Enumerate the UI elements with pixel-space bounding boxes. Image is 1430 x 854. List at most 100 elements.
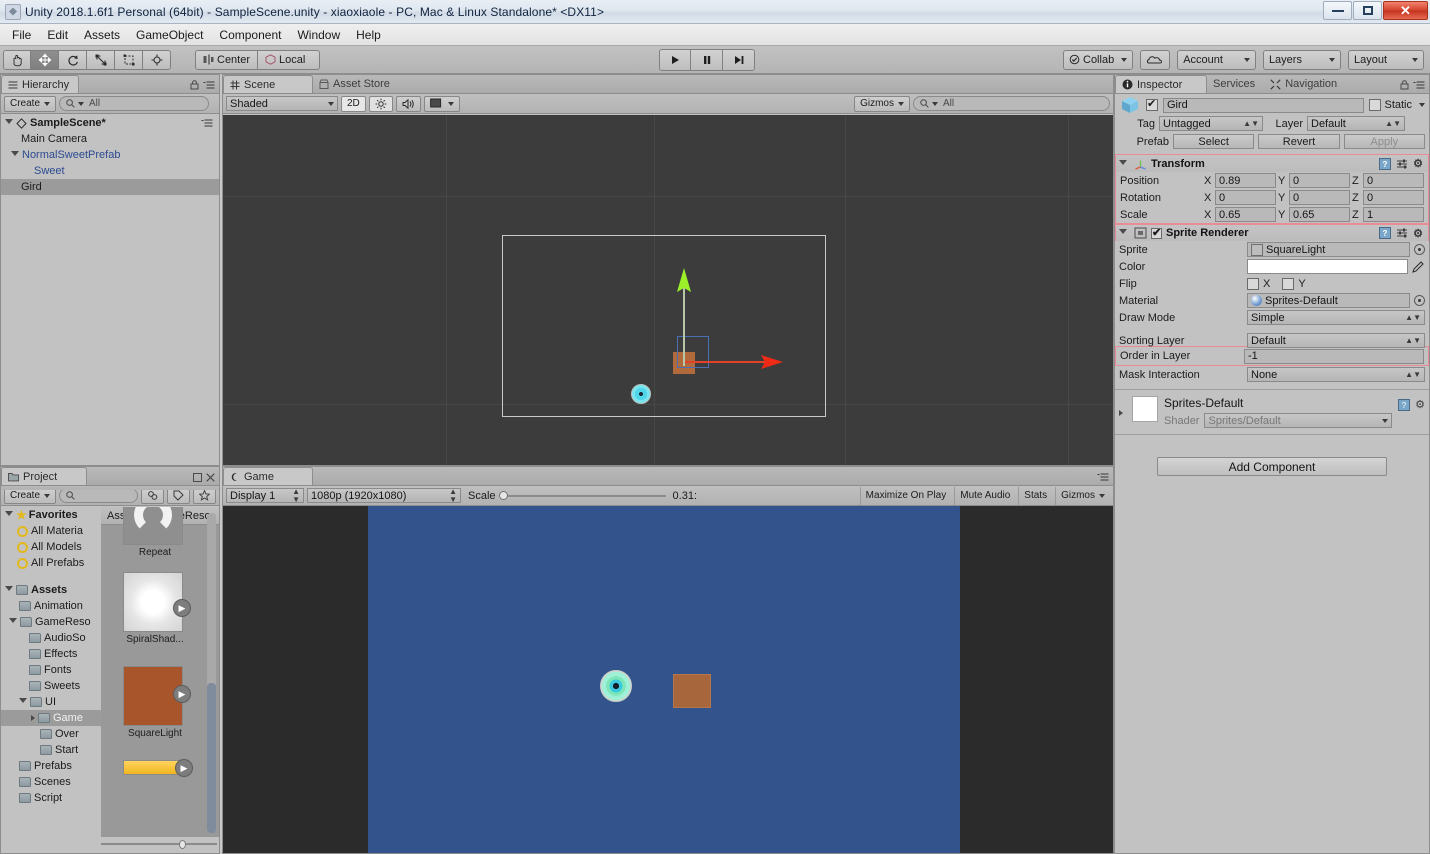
cloud-button[interactable] xyxy=(1140,49,1171,70)
menu-file[interactable]: File xyxy=(4,26,39,44)
project-tree-item-scenes[interactable]: Scenes xyxy=(1,774,101,790)
project-tree-item-audiosource[interactable]: AudioSo xyxy=(1,630,101,646)
scene-viewport[interactable] xyxy=(223,115,1113,465)
project-tree-item-gameresources[interactable]: GameReso xyxy=(1,614,101,630)
tab-navigation[interactable]: Navigation xyxy=(1264,75,1346,93)
close-icon[interactable] xyxy=(206,473,215,482)
collab-button[interactable]: Collab xyxy=(1063,49,1134,70)
scene-audio-toggle[interactable] xyxy=(395,95,421,112)
step-button[interactable] xyxy=(723,48,755,71)
material-picker-icon[interactable] xyxy=(1414,295,1425,306)
sweet-sprite[interactable] xyxy=(631,384,651,404)
maximize-panel-icon[interactable] xyxy=(193,473,202,482)
scene-lighting-toggle[interactable] xyxy=(368,95,393,112)
project-scrollbar[interactable] xyxy=(207,513,216,833)
project-tree-item-ui[interactable]: UI xyxy=(1,694,101,710)
prefab-select-button[interactable]: Select xyxy=(1173,134,1255,149)
project-tree-item-prefabs[interactable]: Prefabs xyxy=(1,758,101,774)
menu-window[interactable]: Window xyxy=(289,26,348,44)
eyedropper-icon[interactable] xyxy=(1412,260,1425,273)
chevron-down-icon[interactable] xyxy=(11,151,19,159)
close-button[interactable]: ✕ xyxy=(1383,1,1428,20)
game-viewport[interactable] xyxy=(223,506,1113,853)
menu-edit[interactable]: Edit xyxy=(39,26,76,44)
layers-button[interactable]: Layers xyxy=(1262,49,1341,70)
scene-2d-toggle[interactable]: 2D xyxy=(341,95,366,112)
asset-spiralshader[interactable]: ▶ SpiralShad... xyxy=(123,572,191,645)
panel-menu-icon[interactable] xyxy=(1097,472,1109,482)
move-tool-button[interactable] xyxy=(31,49,59,70)
help-icon[interactable]: ? xyxy=(1379,157,1392,170)
rotate-tool-button[interactable] xyxy=(59,49,87,70)
hierarchy-search-input[interactable]: All xyxy=(59,96,210,111)
sprite-object-field[interactable]: SquareLight xyxy=(1247,242,1410,257)
handle-mode-button[interactable]: Local xyxy=(258,49,321,70)
scale-tool-button[interactable] xyxy=(87,49,115,70)
sprite-renderer-enabled-checkbox[interactable] xyxy=(1151,226,1162,239)
display-dropdown[interactable]: Display 1 ▲ ▼ xyxy=(226,487,304,503)
project-zoom-slider[interactable] xyxy=(101,837,217,851)
asset-repeat[interactable]: Repeat xyxy=(123,507,187,558)
sprite-picker-icon[interactable] xyxy=(1414,244,1425,255)
chevron-down-icon[interactable] xyxy=(1419,103,1425,107)
object-name-field[interactable]: Gird xyxy=(1163,97,1365,113)
tab-hierarchy[interactable]: Hierarchy xyxy=(1,75,80,93)
gizmo-x-arrow[interactable] xyxy=(759,353,783,371)
tab-game[interactable]: Game xyxy=(223,467,313,485)
project-tree-item-script[interactable]: Script xyxy=(1,790,101,806)
sprite-renderer-header[interactable]: Sprite Renderer ? ⚙ xyxy=(1115,224,1429,241)
mute-audio-button[interactable]: Mute Audio xyxy=(954,486,1015,505)
position-y-field[interactable]: 0 xyxy=(1289,173,1350,188)
project-tree-item-sweets[interactable]: Sweets xyxy=(1,678,101,694)
tag-dropdown[interactable]: Untagged ▲▼ xyxy=(1159,116,1263,131)
project-tree-item-favorites[interactable]: ★ Favorites xyxy=(1,507,101,523)
project-scrollbar-thumb[interactable] xyxy=(207,683,216,833)
stats-button[interactable]: Stats xyxy=(1018,486,1052,505)
asset-squarelight[interactable]: ▶ SquareLight xyxy=(123,666,191,739)
project-tree-item-all-models[interactable]: All Models xyxy=(1,539,101,555)
tab-project[interactable]: Project xyxy=(1,467,87,485)
layer-dropdown[interactable]: Default ▲▼ xyxy=(1307,116,1405,131)
hierarchy-create-button[interactable]: Create xyxy=(4,95,57,112)
scale-y-field[interactable]: 0.65 xyxy=(1289,207,1350,222)
flip-x-checkbox[interactable] xyxy=(1247,277,1259,290)
tab-scene[interactable]: Scene xyxy=(223,75,313,93)
gizmo-y-arrow[interactable] xyxy=(675,268,693,294)
gear-icon[interactable]: ⚙ xyxy=(1413,157,1423,170)
project-tree-item-over[interactable]: Over xyxy=(1,726,101,742)
tab-asset-store[interactable]: Asset Store xyxy=(313,75,399,93)
position-x-field[interactable]: 0.89 xyxy=(1215,173,1276,188)
hierarchy-item-main-camera[interactable]: Main Camera xyxy=(1,131,219,147)
gizmo-x-axis[interactable] xyxy=(685,361,767,363)
project-tree-item-assets[interactable]: Assets xyxy=(1,582,101,598)
mask-interaction-dropdown[interactable]: None ▲▼ xyxy=(1247,367,1425,382)
static-checkbox[interactable] xyxy=(1369,99,1382,111)
tab-services[interactable]: Services xyxy=(1207,75,1264,93)
help-icon[interactable]: ? xyxy=(1398,398,1411,411)
project-tree-item-game[interactable]: Game xyxy=(1,710,101,726)
menu-component[interactable]: Component xyxy=(211,26,289,44)
project-zoom-knob[interactable] xyxy=(178,839,186,849)
project-search-input[interactable] xyxy=(59,488,138,503)
position-z-field[interactable]: 0 xyxy=(1363,173,1424,188)
gear-icon[interactable]: ⚙ xyxy=(1415,398,1425,411)
transform-tool-button[interactable] xyxy=(143,49,171,70)
hand-tool-button[interactable] xyxy=(3,49,31,70)
material-object-field[interactable]: Sprites-Default xyxy=(1247,293,1410,308)
chevron-down-icon[interactable] xyxy=(1119,159,1127,168)
menu-assets[interactable]: Assets xyxy=(76,26,128,44)
gear-icon[interactable]: ⚙ xyxy=(1413,227,1423,240)
project-tree-item-fonts[interactable]: Fonts xyxy=(1,662,101,678)
chevron-down-icon[interactable] xyxy=(9,618,17,626)
chevron-right-icon[interactable] xyxy=(31,715,35,721)
lock-icon[interactable] xyxy=(1400,80,1409,90)
add-component-button[interactable]: Add Component xyxy=(1157,457,1387,476)
resolution-dropdown[interactable]: 1080p (1920x1080) ▲ ▼ xyxy=(307,487,461,503)
help-icon[interactable]: ? xyxy=(1379,227,1392,239)
scale-z-field[interactable]: 1 xyxy=(1363,207,1424,222)
scene-fx-toggle[interactable] xyxy=(423,95,460,112)
scene-search-input[interactable]: All xyxy=(913,96,1110,111)
shading-mode-dropdown[interactable]: Shaded xyxy=(226,96,338,111)
hierarchy-item-sweet[interactable]: Sweet xyxy=(1,163,219,179)
maximize-button[interactable] xyxy=(1353,1,1382,20)
